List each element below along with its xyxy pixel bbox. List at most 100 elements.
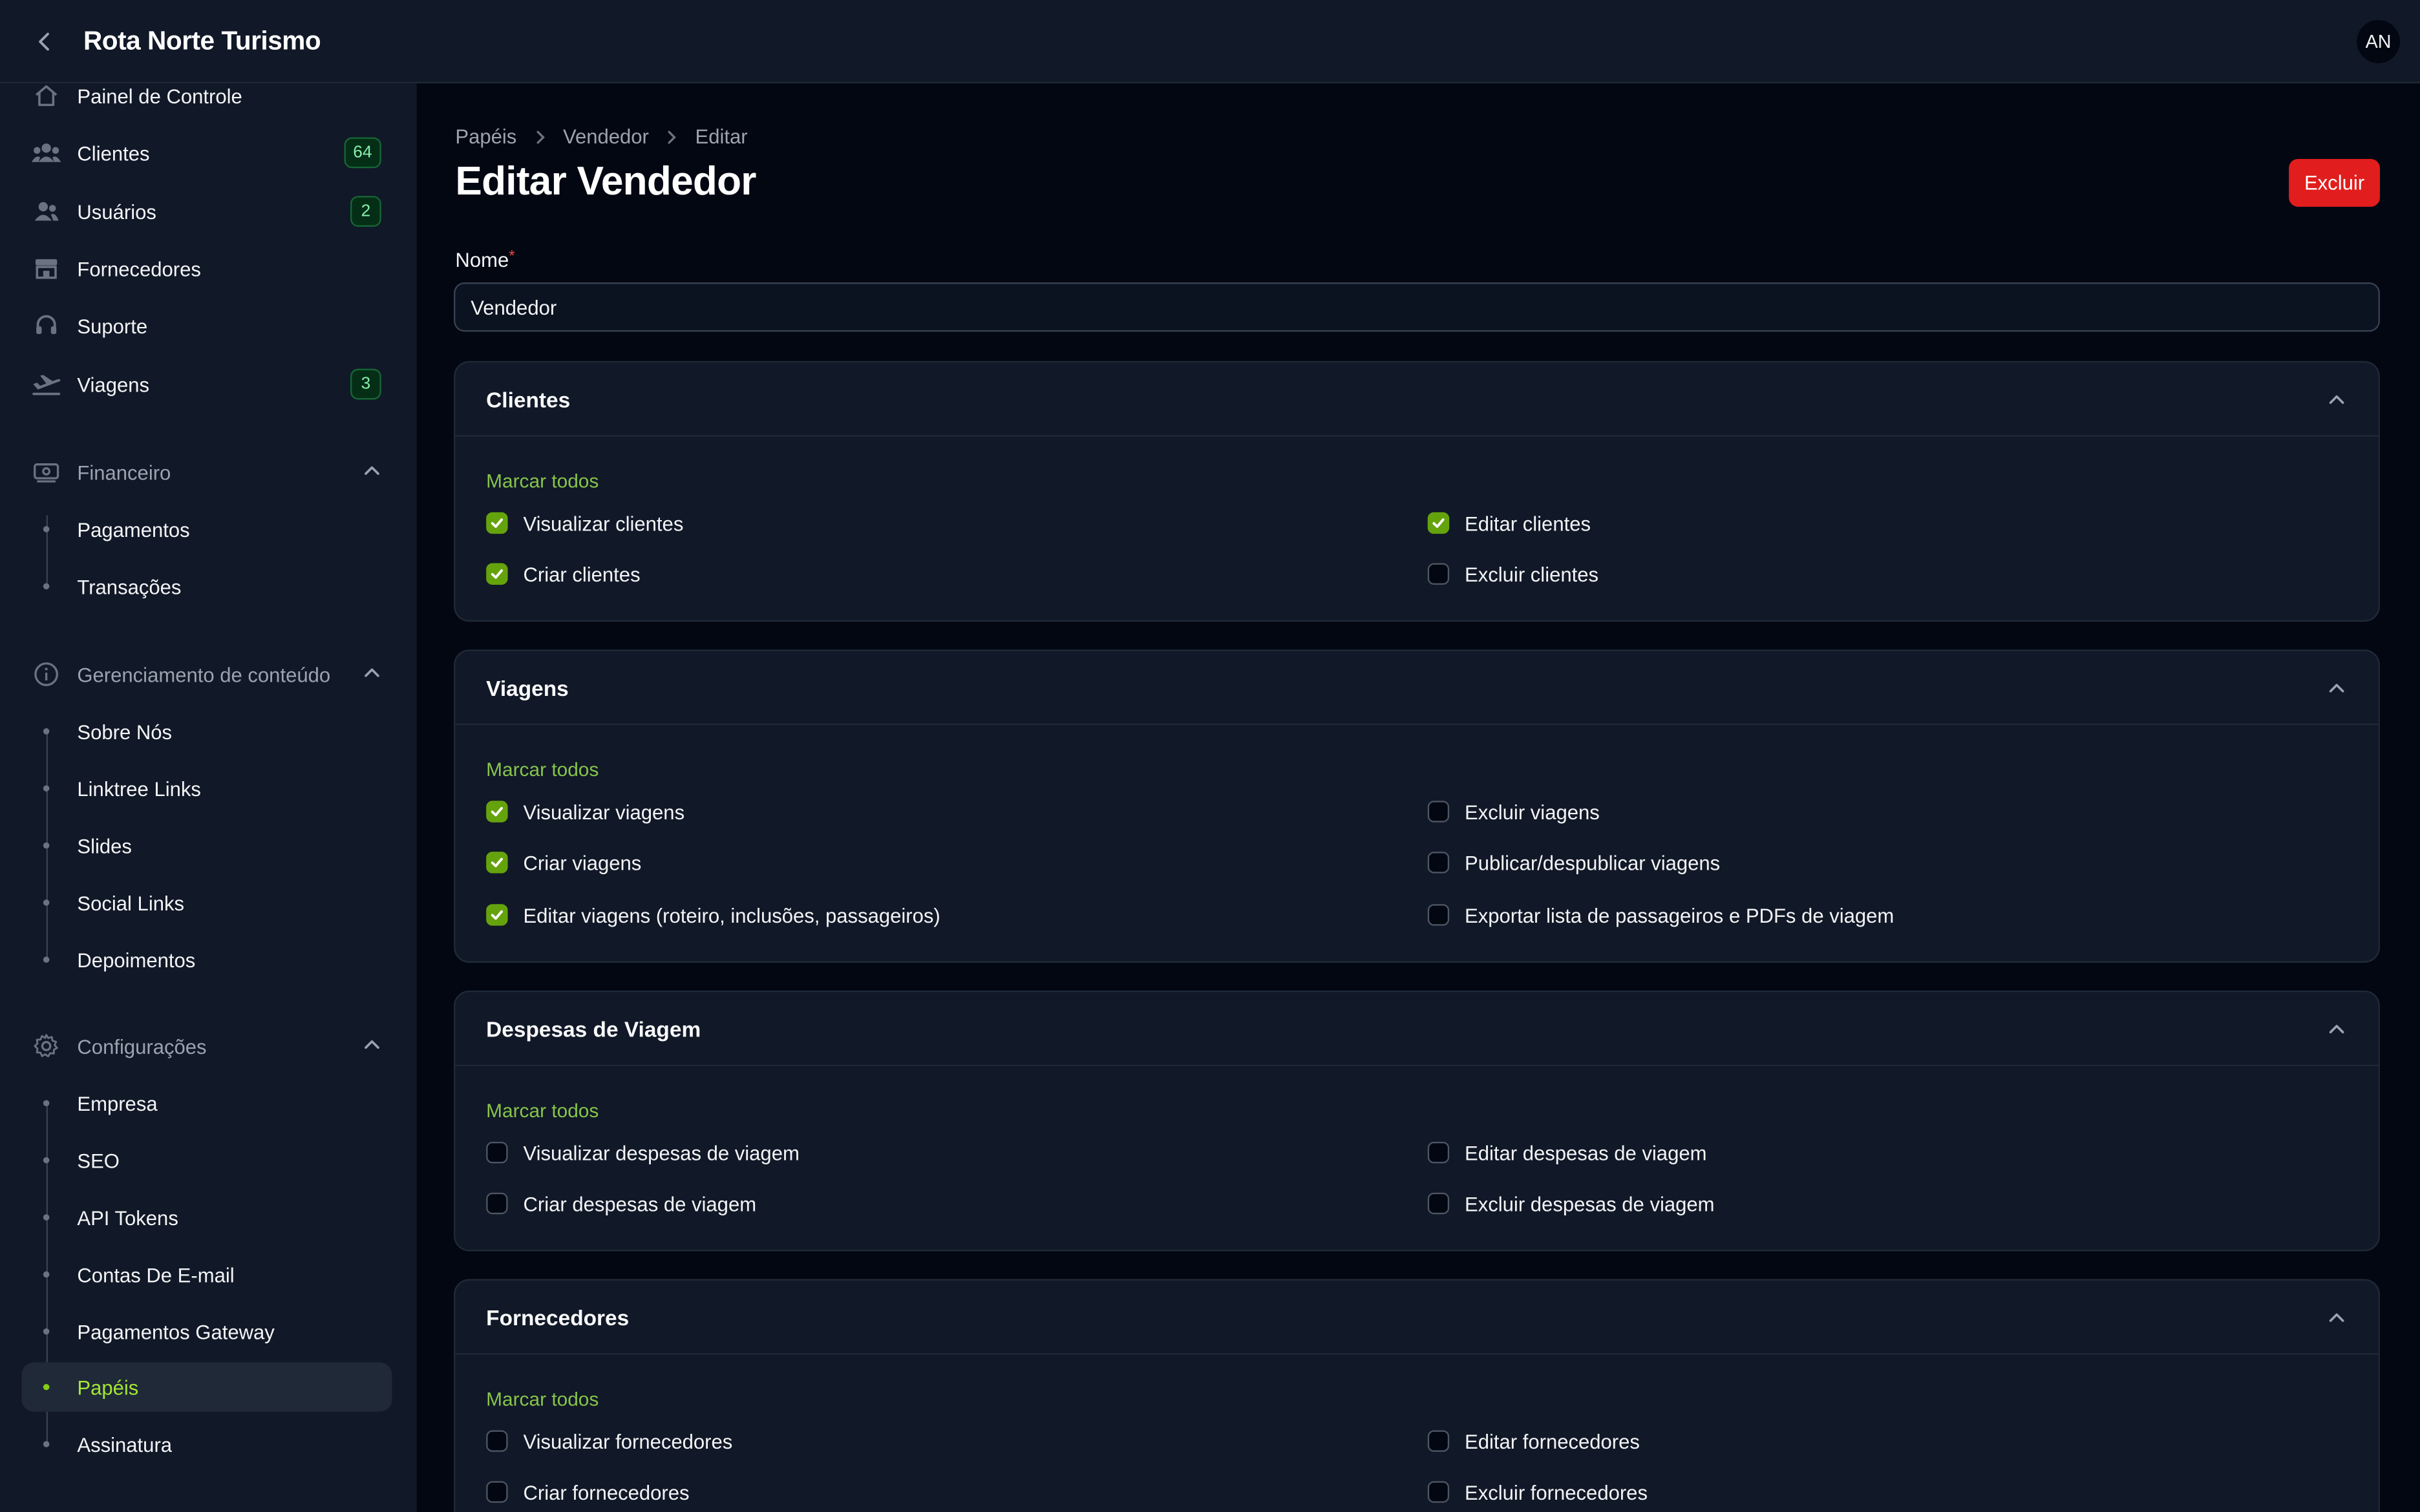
permission-checkbox[interactable]: Excluir clientes [1427, 560, 1598, 588]
permission-checkbox[interactable]: Editar clientes [1427, 509, 1591, 537]
count-badge: 3 [350, 368, 381, 400]
permission-checkbox[interactable]: Criar despesas de viagem [486, 1190, 756, 1217]
name-input[interactable]: Vendedor [454, 282, 2380, 332]
checkbox-unchecked[interactable] [1427, 1481, 1450, 1503]
sidebar-item-empresa[interactable]: Empresa [21, 1078, 392, 1128]
permission-label: Editar clientes [1465, 511, 1591, 535]
permission-checkbox[interactable]: Criar viagens [486, 848, 641, 876]
permission-checkbox[interactable]: Excluir viagens [1427, 797, 1600, 825]
sidebar-item-label: Depoimentos [77, 948, 196, 972]
permission-checkbox[interactable]: Excluir despesas de viagem [1427, 1190, 1715, 1217]
permission-checkbox[interactable]: Visualizar fornecedores [486, 1427, 732, 1455]
sidebar-item-linktree-links[interactable]: Linktree Links [21, 764, 392, 813]
sidebar-item-label: Sobre Nós [77, 719, 173, 743]
checkbox-checked[interactable] [486, 904, 508, 926]
checkbox-unchecked[interactable] [486, 1430, 508, 1452]
sidebar-item-pagamentos-gateway[interactable]: Pagamentos Gateway [21, 1307, 392, 1356]
checkbox-unchecked[interactable] [1427, 563, 1450, 585]
bullet-dot [43, 1441, 50, 1447]
bullet-dot [43, 728, 50, 735]
sidebar-item-label: Pagamentos Gateway [77, 1319, 275, 1343]
sidebar-item-clientes[interactable]: Clientes 64 [21, 130, 392, 176]
name-label-text: Nome [455, 248, 509, 272]
permission-checkbox[interactable]: Excluir fornecedores [1427, 1478, 1648, 1506]
cog-icon [31, 1031, 62, 1062]
permission-checkbox[interactable]: Editar fornecedores [1427, 1427, 1640, 1455]
chevron-up-icon[interactable] [2326, 389, 2347, 418]
avatar[interactable]: AN [2357, 20, 2401, 63]
checkbox-unchecked[interactable] [486, 1192, 508, 1215]
permission-checkbox[interactable]: Visualizar clientes [486, 509, 683, 537]
sidebar-item-fornecedores[interactable]: Fornecedores [21, 246, 392, 292]
permission-checkbox[interactable]: Publicar/despublicar viagens [1427, 848, 1720, 876]
checkbox-unchecked[interactable] [1427, 852, 1450, 874]
chevron-up-icon[interactable] [2326, 1018, 2347, 1047]
checkbox-checked[interactable] [486, 852, 508, 874]
sidebar-item-label: SEO [77, 1148, 120, 1172]
checkbox-unchecked[interactable] [1427, 801, 1450, 823]
permission-section-fornecedores: Fornecedores Marcar todos Visualizar for… [454, 1279, 2380, 1512]
section-header[interactable]: Viagens [455, 651, 2379, 726]
sidebar-item-suporte[interactable]: Suporte [21, 302, 392, 349]
permission-checkbox[interactable]: Visualizar viagens [486, 797, 685, 825]
sidebar-item-label: Empresa [77, 1091, 158, 1115]
sidebar-item-viagens[interactable]: Viagens 3 [21, 361, 392, 408]
bullet-dot [43, 1157, 50, 1164]
checkbox-unchecked[interactable] [486, 1141, 508, 1164]
sidebar-item-label: Painel de Controle [77, 84, 242, 107]
sidebar-item-label: Fornecedores [77, 257, 201, 280]
group-financeiro[interactable]: Financeiro [21, 449, 392, 496]
sidebar-item-papeis[interactable]: Papéis [21, 1362, 392, 1412]
sidebar-item-transacoes[interactable]: Transações [21, 562, 392, 611]
app-window: Rota Norte Turismo AN Painel de Controle… [0, 0, 2420, 1512]
sidebar-item-depoimentos[interactable]: Depoimentos [21, 935, 392, 984]
permission-checkbox[interactable]: Exportar lista de passageiros e PDFs de … [1427, 901, 1894, 929]
delete-button[interactable]: Excluir [2289, 158, 2380, 207]
permission-checkbox[interactable]: Criar fornecedores [486, 1478, 690, 1506]
sidebar-item-label: Papéis [77, 1375, 139, 1399]
chevron-up-icon[interactable] [2326, 677, 2347, 706]
checkbox-unchecked[interactable] [1427, 1430, 1450, 1452]
breadcrumb-link-papeis[interactable]: Papéis [455, 125, 516, 148]
back-button[interactable] [29, 25, 60, 56]
checkbox-unchecked[interactable] [1427, 1141, 1450, 1164]
sidebar-item-pagamentos[interactable]: Pagamentos [21, 505, 392, 554]
sidebar-item-social-links[interactable]: Social Links [21, 878, 392, 927]
checkbox-checked[interactable] [1427, 512, 1450, 534]
checkbox-unchecked[interactable] [1427, 904, 1450, 926]
bullet-dot [43, 1271, 50, 1278]
group-gerenciamento-de-conteudo[interactable]: Gerenciamento de conteúdo [21, 651, 392, 698]
sidebar-item-contas-de-email[interactable]: Contas De E-mail [21, 1250, 392, 1299]
permission-label: Editar viagens (roteiro, inclusões, pass… [523, 903, 940, 927]
mark-all-link[interactable]: Marcar todos [486, 1389, 599, 1410]
section-header[interactable]: Fornecedores [455, 1281, 2379, 1355]
permission-checkbox[interactable]: Visualizar despesas de viagem [486, 1139, 800, 1166]
sidebar-item-slides[interactable]: Slides [21, 821, 392, 870]
bullet-dot [43, 1328, 50, 1335]
sidebar-item-sobre-nos[interactable]: Sobre Nós [21, 707, 392, 756]
checkbox-unchecked[interactable] [486, 1481, 508, 1503]
count-badge: 2 [350, 196, 381, 227]
mark-all-link[interactable]: Marcar todos [486, 470, 599, 492]
section-header[interactable]: Despesas de Viagem [455, 992, 2379, 1066]
group-configuracoes[interactable]: Configurações [21, 1023, 392, 1069]
checkbox-unchecked[interactable] [1427, 1192, 1450, 1215]
checkbox-checked[interactable] [486, 801, 508, 823]
sidebar-item-usuarios[interactable]: Usuários 2 [21, 188, 392, 235]
sidebar-item-api-tokens[interactable]: API Tokens [21, 1193, 392, 1242]
section-header[interactable]: Clientes [455, 362, 2379, 437]
sidebar-item-painel-de-controle[interactable]: Painel de Controle [21, 72, 392, 119]
check-icon [491, 569, 503, 579]
check-icon [491, 518, 503, 528]
breadcrumb-link-vendedor[interactable]: Vendedor [563, 125, 649, 148]
permission-checkbox[interactable]: Editar viagens (roteiro, inclusões, pass… [486, 901, 940, 929]
permission-checkbox[interactable]: Editar despesas de viagem [1427, 1139, 1706, 1166]
sidebar-item-assinatura[interactable]: Assinatura [21, 1420, 392, 1469]
checkbox-checked[interactable] [486, 512, 508, 534]
sidebar-item-seo[interactable]: SEO [21, 1135, 392, 1184]
mark-all-link[interactable]: Marcar todos [486, 1100, 599, 1122]
permission-checkbox[interactable]: Criar clientes [486, 560, 641, 588]
chevron-up-icon[interactable] [2326, 1307, 2347, 1336]
mark-all-link[interactable]: Marcar todos [486, 759, 599, 781]
checkbox-checked[interactable] [486, 563, 508, 585]
